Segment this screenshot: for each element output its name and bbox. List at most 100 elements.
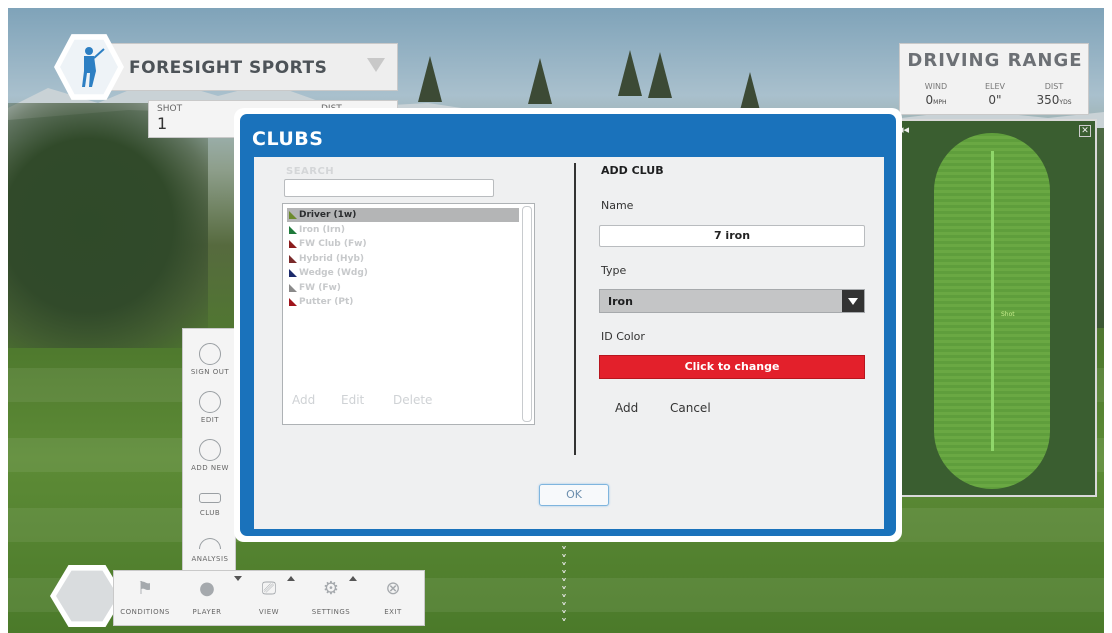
club-list-item[interactable]: Hybrid (Hyb)	[287, 252, 519, 266]
id-color-label: ID Color	[601, 330, 645, 343]
tree	[418, 56, 442, 102]
club-color-flag-icon	[289, 298, 297, 306]
player-button[interactable]: ● PLAYER	[176, 576, 242, 616]
add-new-label: ADD NEW	[191, 464, 229, 472]
forest-left	[8, 103, 208, 348]
club-color-flag-icon	[289, 254, 297, 263]
club-color-flag-icon	[289, 211, 297, 219]
form-add-button[interactable]: Add	[615, 401, 638, 415]
profile-selector[interactable]: FORESIGHT SPORTS	[108, 43, 398, 91]
view-button[interactable]: ⎚ VIEW	[238, 576, 300, 616]
conditions-label: CONDITIONS	[120, 608, 170, 616]
wind-stat: WIND 0MPH	[906, 82, 966, 107]
analysis-button[interactable]: ANALYSIS	[183, 533, 237, 563]
wind-value: 0MPH	[925, 93, 947, 107]
id-color-button[interactable]: Click to change	[599, 355, 865, 379]
analysis-icon	[199, 538, 221, 549]
wind-label: WIND	[924, 82, 948, 91]
sign-out-label: SIGN OUT	[190, 368, 230, 376]
range-title: DRIVING RANGE	[907, 50, 1083, 71]
analysis-label: ANALYSIS	[191, 555, 229, 563]
club-type-value: Iron	[608, 295, 633, 308]
search-label: SEARCH	[286, 166, 335, 177]
list-edit-button[interactable]: Edit	[341, 393, 364, 407]
golf-simulator-screen: ˅˅˅˅˅˅˅˅˅˅ FORESIGHT SPORTS SHOT 1 DIST …	[8, 8, 1104, 633]
exit-label: EXIT	[384, 608, 402, 616]
club-list-item[interactable]: FW Club (Fw)	[287, 237, 519, 251]
club-list-scrollbar[interactable]	[522, 206, 532, 422]
edit-label: EDIT	[200, 416, 220, 424]
golfer-icon	[199, 391, 221, 413]
elevation-label: ELEV	[984, 82, 1006, 91]
club-list: Driver (1w) Iron (Irn) FW Club (Fw) Hybrid …	[282, 203, 535, 425]
dropdown-button[interactable]	[842, 290, 864, 312]
range-distance-value: 350YDS	[1036, 93, 1072, 107]
player-label: PLAYER	[192, 608, 222, 616]
dialog-body: SEARCH Driver (1w) Iron (Irn) FW Club (Fw)…	[254, 157, 884, 529]
clubs-dialog: CLUBS SEARCH Driver (1w) Iron (Irn) FW Clu…	[234, 108, 902, 542]
club-list-item[interactable]: Putter (Pt)	[287, 295, 519, 309]
club-button[interactable]: CLUB	[183, 487, 237, 517]
brand-name: FORESIGHT SPORTS	[129, 58, 328, 78]
club-list-item[interactable]: Driver (1w)	[287, 208, 519, 222]
club-label: FW Club (Fw)	[299, 239, 367, 249]
chevron-down-icon[interactable]	[367, 58, 385, 72]
golfer-icon	[199, 439, 221, 461]
add-new-button[interactable]: ADD NEW	[183, 439, 237, 472]
view-label: VIEW	[258, 608, 280, 616]
exit-button[interactable]: ⊗ EXIT	[362, 577, 424, 616]
club-label: Wedge (Wdg)	[299, 268, 368, 278]
ok-button[interactable]: OK	[539, 484, 609, 506]
sign-out-button[interactable]: SIGN OUT	[183, 343, 237, 376]
list-add-button[interactable]: Add	[292, 393, 315, 407]
settings-button[interactable]: ⚙ SETTINGS	[300, 576, 362, 616]
distance-unit: YDS	[1059, 99, 1072, 106]
golfer-icon	[199, 343, 221, 365]
add-club-title: ADD CLUB	[601, 164, 664, 177]
club-label: CLUB	[199, 509, 221, 517]
name-label: Name	[601, 199, 634, 212]
elevation-stat: ELEV 0"	[965, 82, 1025, 107]
player-icon: ●	[199, 578, 215, 599]
club-list-item[interactable]: FW (Fw)	[287, 281, 519, 295]
minimap-shot-label: Shot	[1001, 311, 1015, 318]
minimap-shot-line	[991, 151, 994, 451]
tree	[648, 52, 672, 98]
elevation-value: 0"	[988, 93, 1002, 107]
club-type-select[interactable]: Iron	[599, 289, 865, 313]
form-cancel-button[interactable]: Cancel	[670, 401, 711, 415]
conditions-button[interactable]: ⚑ CONDITIONS	[114, 577, 176, 616]
club-label: Iron (Irn)	[299, 224, 345, 235]
exit-icon: ⊗	[385, 578, 401, 599]
range-conditions-panel: DRIVING RANGE WIND 0MPH ELEV 0" DIST 350…	[899, 43, 1089, 115]
tree	[618, 50, 642, 96]
club-label: FW (Fw)	[299, 282, 341, 293]
caret-up-icon	[287, 576, 295, 581]
edit-button[interactable]: EDIT	[183, 391, 237, 424]
bottom-menu: ⚑ CONDITIONS ● PLAYER ⎚ VIEW ⚙ SETTINGS …	[113, 570, 425, 626]
panel-divider	[574, 163, 576, 455]
club-color-flag-icon	[289, 225, 297, 234]
hole-minimap[interactable]: Shot ◂◂ ✕	[892, 119, 1097, 497]
club-list-item[interactable]: Iron (Irn)	[287, 223, 519, 237]
tree	[528, 58, 552, 104]
player-submenu: SIGN OUT EDIT ADD NEW CLUB ANALYSIS	[182, 328, 236, 578]
clubs-dialog-frame: CLUBS SEARCH Driver (1w) Iron (Irn) FW Clu…	[240, 114, 896, 536]
close-icon[interactable]: ✕	[1079, 125, 1091, 137]
list-delete-button[interactable]: Delete	[393, 393, 432, 407]
gear-icon: ⚙	[322, 578, 340, 599]
club-color-flag-icon	[289, 269, 297, 277]
settings-label: SETTINGS	[311, 608, 351, 616]
search-input[interactable]	[284, 179, 494, 197]
club-label: Driver (1w)	[299, 210, 357, 220]
distance-stat: DIST 350YDS	[1024, 82, 1084, 107]
type-label: Type	[601, 264, 627, 277]
club-name-input[interactable]: 7 iron	[599, 225, 865, 247]
club-color-flag-icon	[289, 283, 297, 292]
club-list-item[interactable]: Wedge (Wdg)	[287, 266, 519, 280]
wind-unit: MPH	[933, 99, 947, 106]
flag-icon: ⚑	[136, 578, 154, 599]
chevron-down-icon	[848, 298, 858, 305]
shot-label: SHOT	[157, 104, 183, 114]
target-line-marks: ˅ ˅ ˅ ˅ ˅ ˅ ˅ ˅ ˅ ˅	[561, 545, 567, 631]
